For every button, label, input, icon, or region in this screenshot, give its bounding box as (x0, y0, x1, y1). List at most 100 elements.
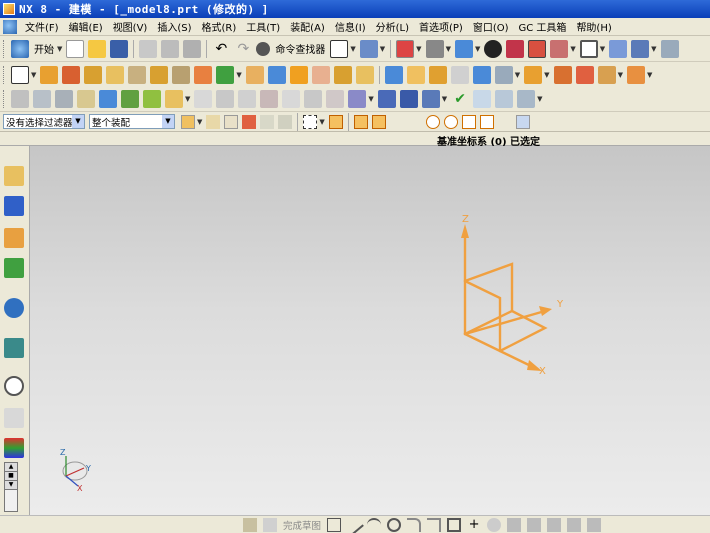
reuse-library-icon[interactable] (4, 258, 24, 278)
pocket-icon[interactable] (128, 65, 147, 84)
quick-extend-icon[interactable] (527, 517, 542, 532)
scroll-down-icon[interactable]: ▼ (5, 481, 17, 490)
tube-icon[interactable] (399, 89, 418, 108)
scroll-menu-icon[interactable]: ■ (5, 472, 17, 481)
resource-bar-scroll[interactable]: ▲ ■ ▼ (4, 462, 18, 512)
select-dropdown-icon[interactable]: ▼ (350, 45, 355, 53)
snap-point-on-face-icon[interactable] (498, 115, 512, 129)
finish-sketch-icon[interactable] (263, 517, 277, 532)
chamfer-icon[interactable] (406, 65, 425, 84)
split-body-icon[interactable] (494, 65, 513, 84)
cut-icon[interactable] (139, 39, 158, 58)
web-browser-icon[interactable] (4, 338, 24, 358)
copy-icon[interactable] (161, 39, 180, 58)
revolve-icon[interactable] (62, 65, 81, 84)
snap-line-icon[interactable] (353, 114, 368, 129)
cursor-select-icon[interactable] (359, 39, 378, 58)
constraint-navigator-icon[interactable] (4, 196, 24, 216)
swept-icon[interactable] (238, 89, 257, 108)
arc-icon[interactable] (367, 517, 382, 532)
model-tree-icon[interactable] (11, 89, 29, 108)
start-button[interactable]: 开始 (34, 41, 54, 56)
chevron-down-icon[interactable]: ▼ (72, 115, 84, 128)
new-file-icon[interactable] (66, 39, 85, 58)
unite-icon[interactable] (333, 65, 352, 84)
filter-settings-icon[interactable] (181, 114, 195, 129)
menu-assemblies[interactable]: 装配(A) (285, 19, 330, 34)
snap-intersection-icon[interactable] (408, 115, 422, 129)
check-icon[interactable]: ✔ (451, 90, 469, 108)
curve-icon[interactable] (121, 89, 139, 108)
pattern-icon[interactable] (524, 65, 543, 84)
analysis-icon[interactable] (473, 89, 492, 108)
sphere-icon[interactable] (484, 39, 503, 58)
circle-icon[interactable] (387, 517, 402, 532)
line-icon[interactable] (344, 514, 364, 533)
background-icon[interactable] (579, 39, 598, 58)
settings-cube-icon[interactable] (660, 39, 679, 58)
part-navigator-icon[interactable] (4, 228, 24, 248)
finish-sketch-button[interactable]: 完成草图 (283, 518, 321, 532)
chamfer-sketch-icon[interactable] (427, 517, 442, 532)
shell-icon[interactable] (428, 65, 447, 84)
select-rectangle-icon[interactable] (330, 39, 349, 58)
chevron-down-icon[interactable]: ▼ (162, 115, 174, 128)
constraints-icon[interactable] (567, 517, 582, 532)
system-materials-icon[interactable] (4, 408, 24, 428)
trim-body-icon[interactable] (472, 65, 491, 84)
point-icon[interactable]: + (467, 517, 481, 532)
roles-icon[interactable] (4, 438, 24, 458)
sphere-feature-icon[interactable] (311, 65, 330, 84)
section-icon[interactable] (517, 89, 536, 108)
layer-cube-icon[interactable] (550, 39, 569, 58)
rectangle-select-icon[interactable] (303, 114, 318, 129)
menu-tools[interactable]: 工具(T) (241, 19, 285, 34)
toolbar-grip[interactable] (3, 39, 6, 58)
table-icon[interactable] (165, 89, 183, 108)
stack-icon[interactable] (55, 89, 73, 108)
extension-icon[interactable] (348, 89, 367, 108)
snap-midpoint-icon[interactable] (371, 114, 386, 129)
boss-icon[interactable] (106, 65, 125, 84)
orient-icon[interactable] (631, 39, 650, 58)
assembly-navigator-icon[interactable] (4, 166, 24, 186)
menu-file[interactable]: 文件(F) (20, 19, 64, 34)
type-filter-select[interactable]: 没有选择过滤器 ▼ (3, 114, 85, 129)
graphics-window[interactable]: Z Y X Z Y X (30, 146, 710, 515)
cross-select-icon[interactable] (242, 114, 257, 129)
paste-icon[interactable] (183, 39, 202, 58)
sketch-plane-icon[interactable] (243, 517, 257, 532)
snap-point-on-curve-icon[interactable] (479, 114, 494, 129)
command-finder-button[interactable]: 命令查找器 (275, 41, 325, 56)
start-icon[interactable] (11, 39, 29, 58)
quick-trim-icon[interactable] (507, 517, 522, 532)
menu-format[interactable]: 格式(R) (197, 19, 242, 34)
groove-icon[interactable] (194, 65, 213, 84)
dimensions-icon[interactable] (587, 517, 602, 532)
cone-icon[interactable] (289, 65, 308, 84)
layers-icon[interactable] (33, 89, 51, 108)
start-dropdown-icon[interactable]: ▼ (57, 45, 62, 53)
save-icon[interactable] (110, 39, 129, 58)
menu-analysis[interactable]: 分析(L) (371, 19, 414, 34)
block-icon[interactable] (245, 65, 264, 84)
cylinder-body-icon[interactable] (377, 89, 396, 108)
subtract-icon[interactable] (355, 65, 374, 84)
n-sided-icon[interactable] (282, 89, 301, 108)
menu-window[interactable]: 窗口(O) (468, 19, 514, 34)
body-select-icon[interactable] (278, 114, 293, 129)
profile-icon[interactable] (327, 517, 342, 532)
sweep-guide-icon[interactable] (421, 89, 440, 108)
menu-preferences[interactable]: 首选项(P) (414, 19, 468, 34)
measure-icon[interactable] (77, 89, 95, 108)
make-corner-icon[interactable] (547, 517, 562, 532)
select-all-icon[interactable] (224, 114, 239, 129)
datum-plane-icon[interactable] (216, 65, 235, 84)
hd3d-tools-icon[interactable] (4, 298, 24, 318)
draft-icon[interactable] (450, 65, 469, 84)
menu-view[interactable]: 视图(V) (108, 19, 153, 34)
wcs-icon[interactable] (609, 39, 628, 58)
mirror-icon[interactable] (553, 65, 572, 84)
menu-edit[interactable]: 编辑(E) (64, 19, 108, 34)
ruled-icon[interactable] (260, 89, 279, 108)
